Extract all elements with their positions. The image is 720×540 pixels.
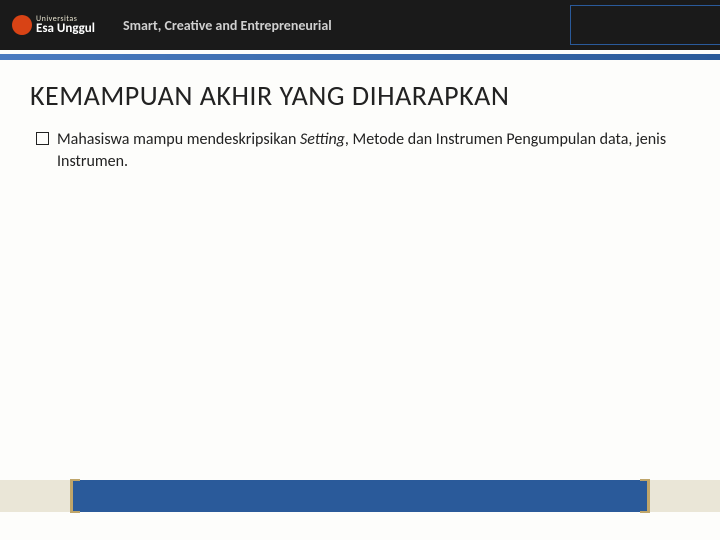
logo-main-text: Esa Unggul <box>36 23 95 35</box>
checkbox-bullet-icon <box>36 132 49 145</box>
slide-title: KEMAMPUAN AKHIR YANG DIHARAPKAN <box>30 78 690 113</box>
bullet-italic: Setting <box>300 130 345 149</box>
footer-bar <box>0 480 720 512</box>
slide-content: KEMAMPUAN AKHIR YANG DIHARAPKAN Mahasisw… <box>0 60 720 172</box>
footer-blue-panel <box>70 480 650 512</box>
bullet-item: Mahasiswa mampu mendeskripsikan Setting,… <box>30 129 690 172</box>
logo-icon <box>12 15 32 35</box>
header-bar: Universitas Esa Unggul Smart, Creative a… <box>0 0 720 50</box>
university-tagline: Smart, Creative and Entrepreneurial <box>123 17 332 34</box>
university-logo: Universitas Esa Unggul <box>12 15 95 35</box>
bullet-text: Mahasiswa mampu mendeskripsikan Setting,… <box>57 129 690 172</box>
header-accent-box <box>570 5 720 45</box>
bullet-pre: Mahasiswa mampu mendeskripsikan <box>57 130 300 149</box>
